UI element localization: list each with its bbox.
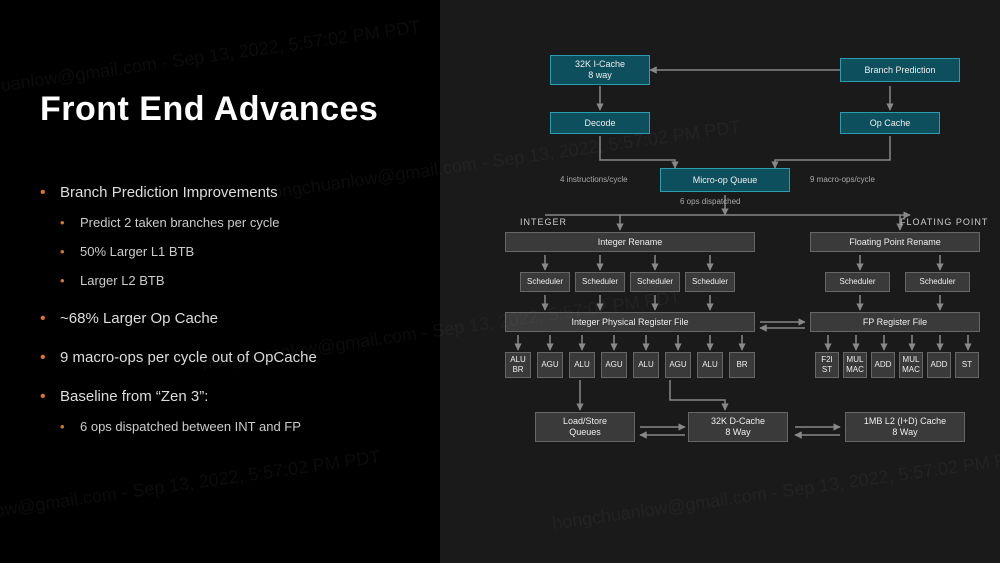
block-exec-unit: BR	[729, 352, 755, 378]
block-exec-unit: MUL MAC	[899, 352, 923, 378]
block-dcache: 32K D-Cache 8 Way	[688, 412, 788, 442]
block-op-cache: Op Cache	[840, 112, 940, 134]
sub-list: Predict 2 taken branches per cycle 50% L…	[60, 215, 420, 288]
block-exec-unit: MUL MAC	[843, 352, 867, 378]
sub-list: 6 ops dispatched between INT and FP	[60, 419, 420, 434]
block-exec-unit: ADD	[927, 352, 951, 378]
block-integer-rename: Integer Rename	[505, 232, 755, 252]
block-exec-unit: ALU BR	[505, 352, 531, 378]
block-scheduler: Scheduler	[575, 272, 625, 292]
page-title: Front End Advances	[40, 90, 420, 129]
block-uop-queue: Micro-op Queue	[660, 168, 790, 192]
bullet-item: ~68% Larger Op Cache	[40, 310, 420, 327]
bullet-text: Branch Prediction Improvements	[60, 184, 278, 201]
sub-item: Predict 2 taken branches per cycle	[60, 215, 420, 230]
block-exec-unit: AGU	[537, 352, 563, 378]
text-panel: Front End Advances Branch Prediction Imp…	[0, 0, 440, 563]
bullet-text: Baseline from “Zen 3”:	[60, 388, 208, 405]
bullet-item: Baseline from “Zen 3”: 6 ops dispatched …	[40, 388, 420, 434]
block-scheduler: Scheduler	[825, 272, 890, 292]
block-decode: Decode	[550, 112, 650, 134]
section-label-fp: FLOATING POINT	[900, 217, 988, 227]
diagram-panel: 32K I-Cache 8 way Branch Prediction Deco…	[440, 0, 1000, 563]
block-exec-unit: ALU	[569, 352, 595, 378]
block-scheduler: Scheduler	[685, 272, 735, 292]
block-exec-unit: AGU	[601, 352, 627, 378]
sub-item: 6 ops dispatched between INT and FP	[60, 419, 420, 434]
bullet-list: Branch Prediction Improvements Predict 2…	[40, 184, 420, 434]
bullet-item: 9 macro-ops per cycle out of OpCache	[40, 349, 420, 366]
block-branch-prediction: Branch Prediction	[840, 58, 960, 82]
label-9-macroops: 9 macro-ops/cycle	[810, 175, 875, 184]
label-6-dispatched: 6 ops dispatched	[680, 197, 741, 206]
block-fp-rename: Floating Point Rename	[810, 232, 980, 252]
section-label-integer: INTEGER	[520, 217, 567, 227]
block-fp-rf: FP Register File	[810, 312, 980, 332]
block-scheduler: Scheduler	[905, 272, 970, 292]
block-exec-unit: ADD	[871, 352, 895, 378]
block-lsq: Load/Store Queues	[535, 412, 635, 442]
block-l2-cache: 1MB L2 (I+D) Cache 8 Way	[845, 412, 965, 442]
block-exec-unit: ST	[955, 352, 979, 378]
block-exec-unit: AGU	[665, 352, 691, 378]
block-scheduler: Scheduler	[520, 272, 570, 292]
block-integer-prf: Integer Physical Register File	[505, 312, 755, 332]
block-scheduler: Scheduler	[630, 272, 680, 292]
block-icache: 32K I-Cache 8 way	[550, 55, 650, 85]
slide: Front End Advances Branch Prediction Imp…	[0, 0, 1000, 563]
block-exec-unit: ALU	[633, 352, 659, 378]
sub-item: 50% Larger L1 BTB	[60, 244, 420, 259]
block-exec-unit: F2I ST	[815, 352, 839, 378]
block-exec-unit: ALU	[697, 352, 723, 378]
bullet-item: Branch Prediction Improvements Predict 2…	[40, 184, 420, 288]
label-4-instructions: 4 instructions/cycle	[560, 175, 628, 184]
sub-item: Larger L2 BTB	[60, 273, 420, 288]
